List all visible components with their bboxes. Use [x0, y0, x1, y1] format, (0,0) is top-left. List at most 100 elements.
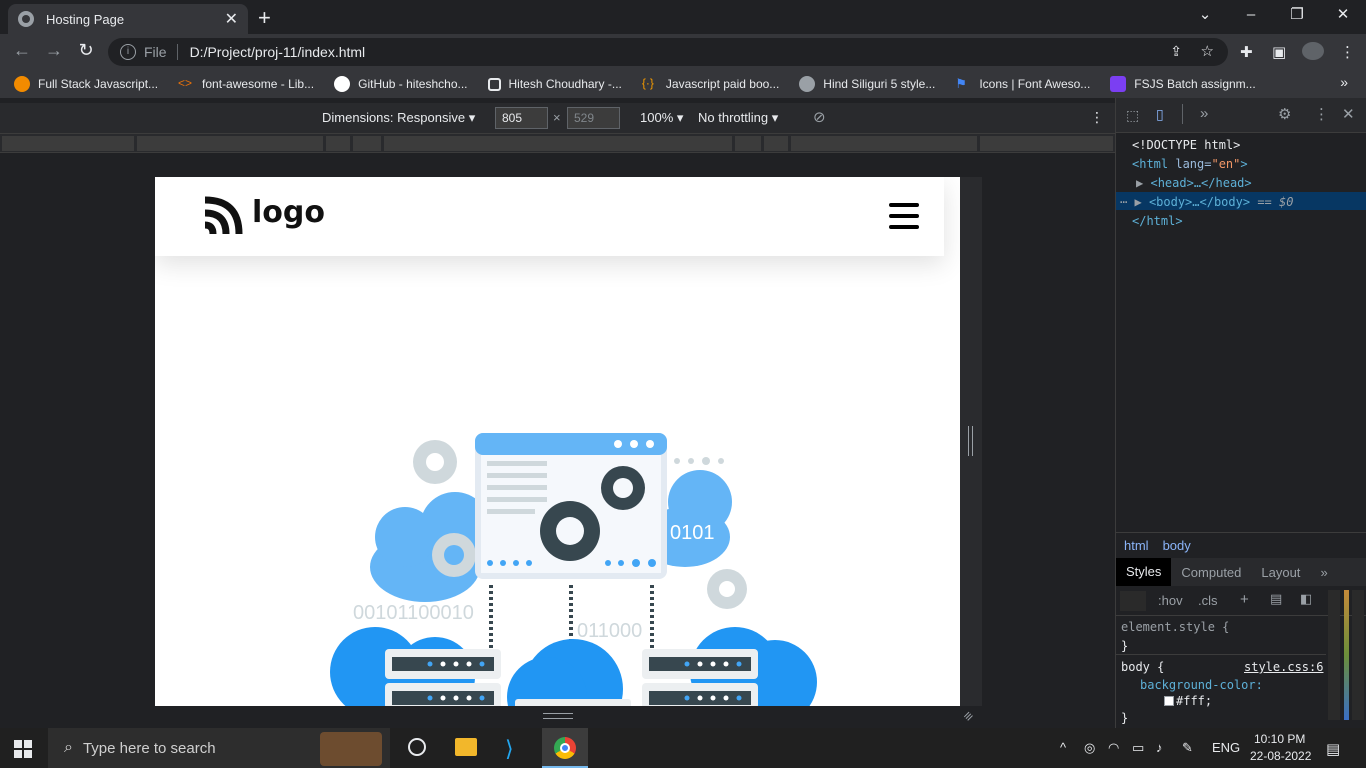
new-tab-button[interactable]: +: [258, 5, 271, 31]
back-icon[interactable]: ←: [10, 40, 34, 61]
css-value[interactable]: #fff;: [1176, 694, 1212, 708]
menu-kebab-icon[interactable]: ⋮: [1340, 43, 1355, 61]
bookmark-item[interactable]: <> font-awesome - Lib...: [178, 76, 314, 92]
wifi-icon[interactable]: ◠: [1108, 740, 1119, 756]
rss-logo-icon[interactable]: [203, 196, 243, 236]
close-window-button[interactable]: ✕: [1320, 4, 1366, 26]
forward-icon[interactable]: →: [42, 40, 66, 61]
tab-close-icon[interactable]: ✕: [225, 9, 238, 29]
media-query-segment[interactable]: [137, 136, 323, 151]
width-input[interactable]: [495, 107, 548, 129]
filter-input[interactable]: [1120, 591, 1146, 611]
notification-icon[interactable]: ▤: [1326, 740, 1340, 758]
media-query-segment[interactable]: [326, 136, 350, 151]
scrollbar[interactable]: [1352, 590, 1364, 720]
clock-date[interactable]: 22-08-2022: [1250, 749, 1311, 763]
expand-triangle-icon[interactable]: ▶: [1136, 176, 1143, 190]
tab-styles[interactable]: Styles: [1116, 558, 1172, 586]
tab-layout[interactable]: Layout: [1251, 565, 1310, 580]
css-property[interactable]: background-color:: [1140, 678, 1263, 692]
media-query-segment[interactable]: [791, 136, 977, 151]
bookmark-item[interactable]: FSJS Batch assignm...: [1110, 76, 1256, 92]
device-menu-icon[interactable]: ⋮: [1090, 109, 1104, 126]
extensions-icon[interactable]: ✚: [1240, 43, 1253, 61]
rotate-icon[interactable]: ⊘: [813, 108, 826, 126]
devtools-menu-icon[interactable]: ⋮: [1314, 105, 1329, 123]
resize-handle-right[interactable]: [968, 426, 973, 456]
share-icon[interactable]: ⇪: [1170, 43, 1182, 60]
html-tag: <html: [1132, 157, 1176, 171]
dom-doctype[interactable]: <!DOCTYPE html>: [1132, 138, 1240, 152]
breadcrumb-body[interactable]: body: [1163, 538, 1191, 553]
bookmark-item[interactable]: Full Stack Javascript...: [14, 76, 158, 92]
sidebar-toggle-icon[interactable]: ◧: [1300, 591, 1312, 607]
color-swatch[interactable]: [1164, 696, 1174, 706]
throttling-dropdown[interactable]: No throttling ▾: [698, 110, 778, 126]
bookmark-item[interactable]: GitHub - hiteshcho...: [334, 76, 468, 92]
media-query-segment[interactable]: [353, 136, 381, 151]
bookmarks-overflow-icon[interactable]: »: [1340, 74, 1348, 90]
element-style-rule[interactable]: element.style {: [1121, 620, 1229, 634]
media-query-segment[interactable]: [384, 136, 732, 151]
resize-handle-bottom[interactable]: [543, 713, 573, 719]
bookmark-item[interactable]: {·} Javascript paid boo...: [642, 76, 779, 92]
new-rule-icon[interactable]: +: [1240, 591, 1249, 608]
dimensions-dropdown[interactable]: Dimensions: Responsive ▾: [322, 110, 475, 126]
file-explorer-icon[interactable]: [455, 738, 477, 756]
height-input[interactable]: [567, 107, 620, 129]
chrome-taskbar-button[interactable]: [542, 728, 588, 768]
windows-start-icon[interactable]: [14, 740, 32, 758]
tab-search-icon[interactable]: ⌄: [1182, 4, 1228, 26]
bookmark-item[interactable]: ⚑ Icons | Font Aweso...: [955, 76, 1090, 92]
media-query-segment[interactable]: [735, 136, 761, 151]
color-scale-bar: [1344, 590, 1349, 720]
tab-computed[interactable]: Computed: [1171, 565, 1251, 580]
media-query-segment[interactable]: [2, 136, 134, 151]
language-indicator[interactable]: ENG: [1212, 740, 1240, 755]
paint-icon[interactable]: ▤: [1270, 591, 1282, 607]
pen-icon[interactable]: ✎: [1182, 740, 1193, 756]
restore-button[interactable]: ❐: [1274, 4, 1320, 26]
more-tabs-icon[interactable]: »: [1200, 105, 1208, 122]
bookmark-item[interactable]: Hind Siliguri 5 style...: [799, 76, 935, 92]
cls-toggle[interactable]: .cls: [1198, 593, 1218, 608]
bookmark-star-icon[interactable]: ☆: [1201, 42, 1214, 60]
volume-icon[interactable]: ♪: [1156, 740, 1163, 755]
vscode-icon[interactable]: ⟩: [505, 736, 514, 762]
expand-triangle-icon[interactable]: ▶: [1134, 195, 1141, 209]
url-text[interactable]: D:/Project/proj-11/index.html: [190, 44, 366, 60]
bookmark-label: Icons | Font Aweso...: [979, 77, 1091, 91]
breadcrumb-html[interactable]: html: [1124, 538, 1149, 553]
source-link[interactable]: style.css:6: [1244, 660, 1323, 674]
tray-chevron-icon[interactable]: ^: [1060, 740, 1066, 755]
scrollbar[interactable]: [1328, 590, 1340, 720]
media-query-segment[interactable]: [980, 136, 1113, 151]
inspect-element-icon[interactable]: ⬚: [1126, 107, 1139, 124]
dom-head-node[interactable]: ▶ <head>…</head>: [1136, 176, 1252, 190]
device-toggle-icon[interactable]: ▯: [1156, 106, 1164, 123]
side-panel-icon[interactable]: ▣: [1272, 43, 1286, 61]
close-devtools-icon[interactable]: ✕: [1342, 105, 1355, 123]
minimize-button[interactable]: –: [1228, 4, 1274, 26]
reload-icon[interactable]: ↻: [74, 40, 98, 61]
logo-text[interactable]: logo: [252, 195, 325, 230]
address-bar[interactable]: i File D:/Project/proj-11/index.html ⇪ ☆: [108, 38, 1228, 66]
task-view-icon[interactable]: [408, 738, 426, 756]
clock-time[interactable]: 10:10 PM: [1254, 732, 1305, 746]
dom-html-close[interactable]: </html>: [1132, 214, 1183, 228]
profile-avatar[interactable]: [1302, 42, 1324, 60]
bookmark-item[interactable]: Hitesh Choudhary -...: [487, 77, 622, 91]
zoom-dropdown[interactable]: 100% ▾: [640, 110, 683, 126]
taskbar-search[interactable]: ⌕ Type here to search: [48, 728, 390, 768]
settings-gear-icon[interactable]: ⚙: [1278, 105, 1291, 123]
more-tabs-icon[interactable]: »: [1310, 565, 1337, 580]
body-rule-selector[interactable]: body {: [1121, 660, 1164, 674]
meet-icon[interactable]: ◎: [1084, 740, 1095, 756]
hov-toggle[interactable]: :hov: [1158, 593, 1183, 608]
dom-body-node[interactable]: ⋯ ▶ <body>…</body> == $0: [1120, 195, 1293, 209]
dom-html-open[interactable]: <html lang="en">: [1132, 157, 1248, 171]
battery-icon[interactable]: ▭: [1132, 740, 1144, 756]
info-icon[interactable]: i: [120, 44, 136, 60]
media-query-segment[interactable]: [764, 136, 788, 151]
browser-tab[interactable]: Hosting Page ✕: [8, 4, 248, 34]
